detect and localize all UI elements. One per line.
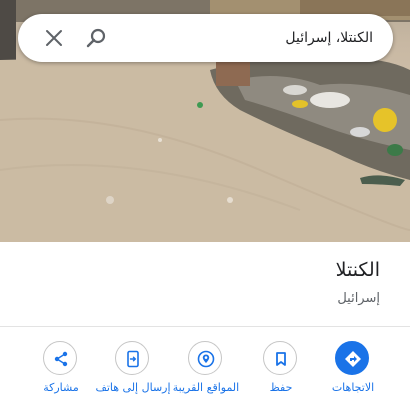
- nearby-label: المواقع القريبة: [172, 381, 240, 394]
- bookmark-icon: [276, 352, 286, 366]
- directions-icon: [345, 351, 361, 367]
- directions-circle: [335, 341, 369, 375]
- place-subtitle: إسرائيل: [337, 291, 380, 306]
- search-button[interactable]: [84, 26, 108, 50]
- place-title: الكنتلا: [335, 259, 380, 281]
- save-label: حفظ: [269, 381, 293, 394]
- save-circle: [263, 341, 297, 375]
- close-icon: [46, 30, 62, 46]
- share-circle: [43, 341, 77, 375]
- share-icon: [54, 351, 68, 367]
- search-icon: [86, 28, 106, 48]
- search-input[interactable]: [123, 27, 373, 49]
- nearby-circle: [188, 341, 222, 375]
- save-button[interactable]: حفظ: [241, 341, 321, 407]
- directions-button[interactable]: الاتجاهات: [313, 341, 393, 407]
- send-to-phone-label: إرسال إلى هاتف: [95, 381, 171, 394]
- search-bar: [18, 14, 393, 62]
- phone-icon: [127, 350, 139, 368]
- nearby-icon: [197, 350, 215, 368]
- close-button[interactable]: [42, 26, 66, 50]
- share-label: مشاركة: [43, 381, 79, 394]
- send-to-phone-button[interactable]: إرسال إلى هاتف: [93, 341, 173, 407]
- share-button[interactable]: مشاركة: [21, 341, 101, 407]
- send-to-phone-circle: [115, 341, 149, 375]
- action-bar: الاتجاهات حفظ المواقع القريبة إرسال إلى …: [0, 327, 410, 407]
- nearby-button[interactable]: المواقع القريبة: [166, 341, 246, 407]
- place-details: الكنتلا إسرائيل: [0, 242, 410, 327]
- directions-label: الاتجاهات: [331, 381, 375, 394]
